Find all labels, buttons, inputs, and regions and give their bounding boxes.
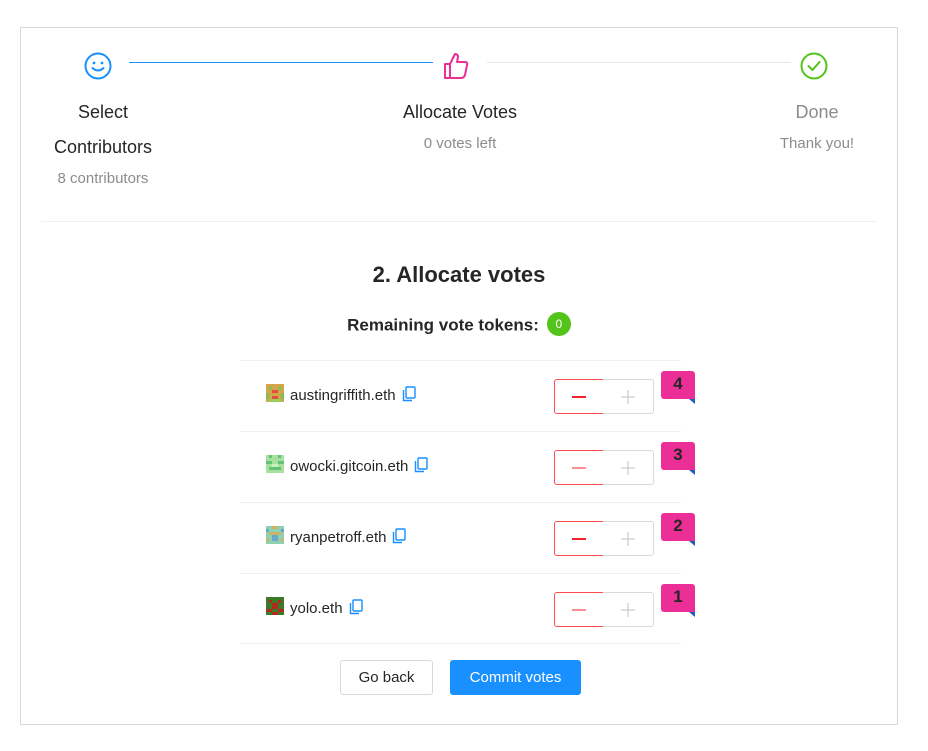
- commit-votes-button[interactable]: Commit votes: [450, 660, 581, 695]
- ribbon-fold: [689, 612, 695, 617]
- ribbon-fold: [689, 470, 695, 475]
- go-back-button[interactable]: Go back: [340, 660, 433, 695]
- contributor-name: austingriffith.eth: [290, 386, 416, 404]
- avatar: [266, 526, 284, 544]
- plus-icon: [621, 531, 635, 546]
- increase-vote-button[interactable]: [603, 521, 654, 556]
- smile-icon: [84, 52, 112, 80]
- plus-icon: [621, 460, 635, 475]
- step-3-description: Thank you!: [779, 135, 855, 152]
- list-item: yolo.eth 1: [240, 573, 695, 644]
- contributor-name-text: austingriffith.eth: [290, 387, 396, 404]
- avatar: [266, 455, 284, 473]
- list-item: austingriffith.eth 4: [240, 360, 695, 431]
- vote-count-ribbon: 4: [661, 371, 695, 404]
- avatar: [266, 384, 284, 402]
- copy-icon[interactable]: [402, 386, 416, 402]
- step-2-description: 0 votes left: [423, 135, 497, 152]
- divider: [41, 221, 877, 222]
- minus-icon: [572, 467, 586, 468]
- remaining-tokens-label: Remaining vote tokens:: [347, 315, 539, 335]
- step-2-title: Allocate Votes: [402, 102, 518, 122]
- step-connector-finished: [129, 62, 433, 63]
- decrease-vote-button[interactable]: [554, 379, 604, 414]
- minus-icon: [572, 537, 586, 540]
- decrease-vote-button[interactable]: [554, 450, 604, 485]
- vote-count: 2: [673, 516, 683, 535]
- remaining-tokens-badge: 0: [546, 312, 571, 336]
- remaining-tokens: Remaining vote tokens: 0: [21, 312, 897, 338]
- ribbon-fold: [689, 399, 695, 404]
- increase-vote-button[interactable]: [603, 379, 654, 414]
- decrease-vote-button[interactable]: [554, 592, 604, 627]
- like-icon: [444, 53, 469, 79]
- vote-count-ribbon: 1: [661, 584, 695, 617]
- increase-vote-button[interactable]: [603, 450, 654, 485]
- decrease-vote-button[interactable]: [554, 521, 604, 556]
- copy-icon[interactable]: [414, 457, 429, 473]
- page-title: 2. Allocate votes: [372, 262, 546, 287]
- contributor-name-text: ryanpetroff.eth: [290, 529, 387, 546]
- minus-icon: [572, 395, 586, 398]
- check-circle-icon: [800, 52, 828, 80]
- list-item: ryanpetroff.eth 2: [240, 502, 695, 573]
- increase-vote-button[interactable]: [603, 592, 654, 627]
- step-3-title: Done: [795, 102, 839, 122]
- avatar: [266, 597, 284, 615]
- contributor-list: austingriffith.eth 4 owocki.gitcoin.eth: [240, 360, 695, 644]
- vote-count-ribbon: 2: [661, 513, 695, 546]
- step-1-title-line1: Select: [77, 102, 129, 122]
- step-1-title-line2: Contributors: [53, 137, 153, 157]
- contributor-name: ryanpetroff.eth: [290, 528, 407, 546]
- copy-icon[interactable]: [349, 599, 363, 615]
- contributor-name-text: yolo.eth: [290, 600, 343, 617]
- step-1-title: Select Contributors: [32, 95, 174, 165]
- contributor-name-text: owocki.gitcoin.eth: [290, 458, 409, 475]
- step-connector-waiting: [487, 62, 791, 63]
- vote-stepper: [554, 521, 654, 556]
- vote-stepper: [554, 592, 654, 627]
- vote-count-ribbon: 3: [661, 442, 695, 475]
- ribbon-fold: [689, 541, 695, 546]
- vote-count: 1: [673, 587, 683, 606]
- vote-count: 3: [673, 445, 683, 464]
- contributor-name: yolo.eth: [290, 599, 363, 617]
- vote-stepper: [554, 379, 654, 414]
- contributor-name: owocki.gitcoin.eth: [290, 457, 429, 475]
- plus-icon: [621, 389, 635, 404]
- list-item: owocki.gitcoin.eth 3: [240, 431, 695, 502]
- plus-icon: [621, 602, 635, 617]
- step-1-description: 8 contributors: [57, 170, 149, 187]
- minus-icon: [572, 609, 586, 610]
- allocate-votes-card: Select Contributors 8 contributors Alloc…: [20, 27, 898, 725]
- vote-count: 4: [673, 374, 683, 393]
- copy-icon[interactable]: [392, 528, 407, 544]
- vote-stepper: [554, 450, 654, 485]
